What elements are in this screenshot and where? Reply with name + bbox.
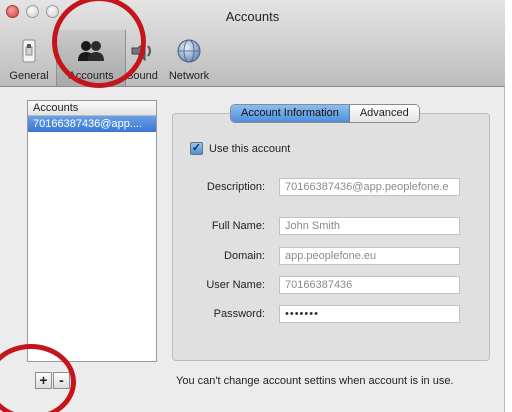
- toolbar-network-label: Network: [168, 70, 210, 82]
- toolbar-sound-label: Sound: [126, 70, 158, 82]
- people-icon: [76, 36, 106, 66]
- description-label: Description:: [206, 181, 265, 193]
- password-field[interactable]: •••••••: [279, 305, 460, 323]
- preferences-window: Accounts General Accounts Sound Network …: [0, 0, 505, 412]
- toolbar-accounts[interactable]: Accounts: [56, 30, 126, 86]
- toolbar-network[interactable]: Network: [164, 36, 214, 82]
- settings-tabs: Account Information Advanced: [230, 104, 420, 123]
- speaker-icon: [127, 36, 157, 66]
- in-use-note: You can't change account settins when ac…: [176, 375, 454, 387]
- domain-label: Domain:: [224, 250, 265, 262]
- accounts-list: Accounts 70166387436@app....: [27, 100, 157, 362]
- switch-icon: [14, 36, 44, 66]
- tab-advanced[interactable]: Advanced: [349, 105, 419, 122]
- tab-account-information[interactable]: Account Information: [231, 105, 350, 122]
- add-account-button[interactable]: +: [35, 372, 52, 389]
- domain-field[interactable]: app.peoplefone.eu: [279, 247, 460, 265]
- password-label: Password:: [213, 308, 265, 320]
- accounts-list-header: Accounts: [28, 101, 156, 116]
- full-name-label: Full Name:: [211, 220, 265, 232]
- toolbar-general-label: General: [9, 70, 49, 82]
- use-account-checkbox[interactable]: ✓: [190, 142, 203, 155]
- description-field[interactable]: 70166387436@app.peoplefone.e: [279, 178, 460, 196]
- toolbar-sound[interactable]: Sound: [120, 36, 164, 82]
- window-title: Accounts: [225, 9, 280, 24]
- titlebar-toolbar: Accounts General Accounts Sound Network: [0, 0, 505, 87]
- user-name-label: User Name:: [206, 279, 265, 291]
- full-name-field[interactable]: John Smith: [279, 217, 460, 235]
- toolbar-accounts-label: Accounts: [68, 70, 114, 82]
- remove-account-button[interactable]: -: [53, 372, 70, 389]
- list-item[interactable]: 70166387436@app....: [28, 116, 156, 132]
- toolbar-general[interactable]: General: [4, 36, 54, 82]
- user-name-field[interactable]: 70166387436: [279, 276, 460, 294]
- use-account-row: ✓ Use this account: [190, 142, 290, 155]
- use-account-label: Use this account: [209, 142, 291, 155]
- globe-icon: [174, 36, 204, 66]
